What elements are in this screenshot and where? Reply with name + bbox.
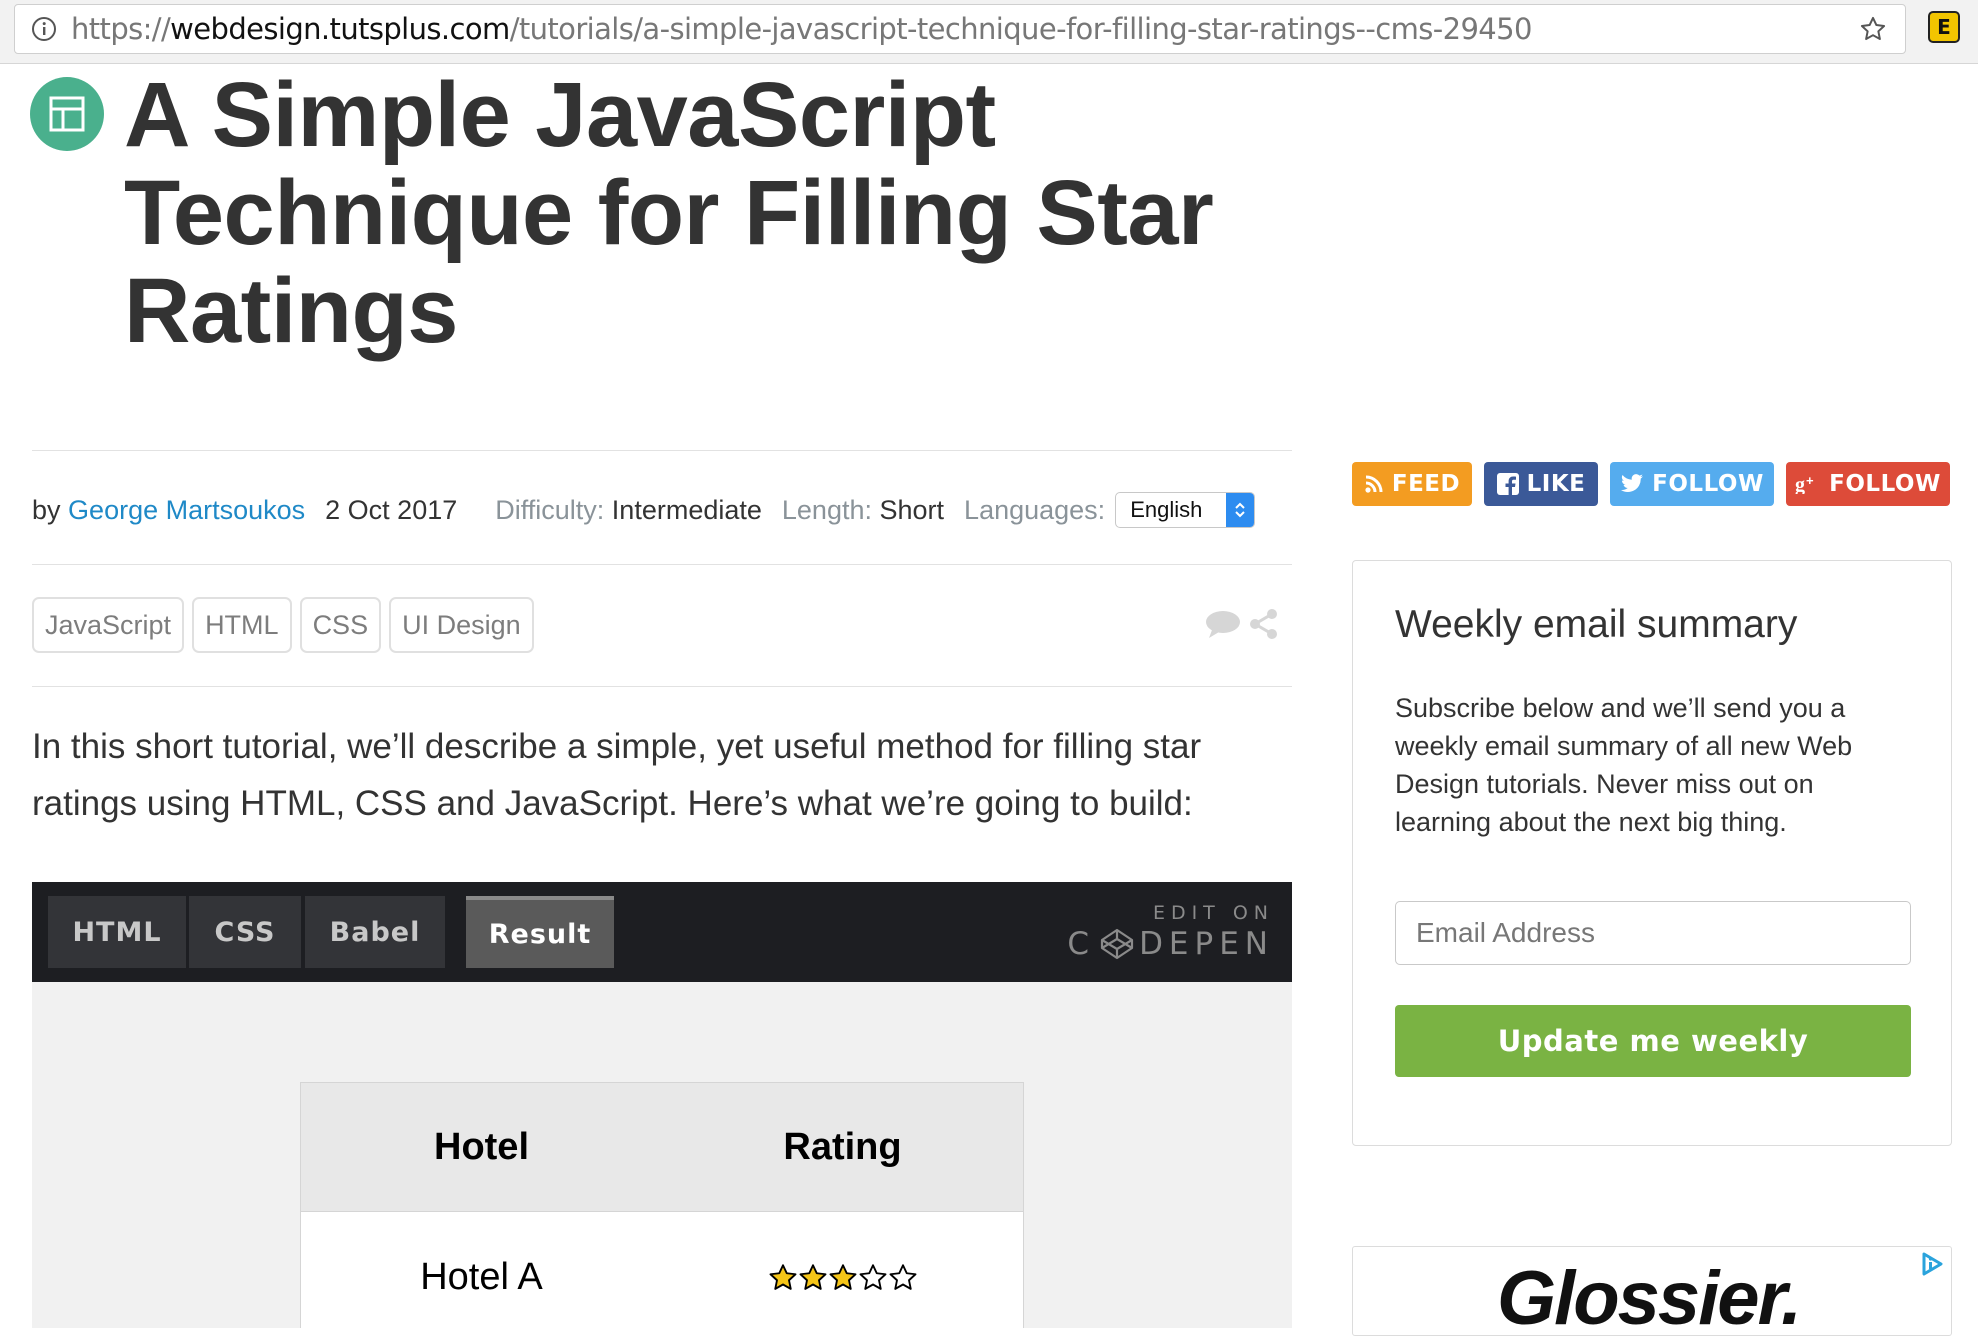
- extension-icon[interactable]: E: [1928, 11, 1960, 43]
- email-summary-widget: Weekly email summary Subscribe below and…: [1352, 560, 1952, 1146]
- difficulty-value: Intermediate: [611, 494, 762, 525]
- length-label: Length:: [781, 494, 872, 525]
- languages-label: Languages:: [964, 494, 1106, 525]
- language-value: English: [1130, 497, 1203, 522]
- filled-star-icon: [769, 1264, 796, 1291]
- language-select[interactable]: English: [1115, 492, 1256, 528]
- follow-buttons: FEED LIKE FOLLOW g + FOLLOW: [1352, 462, 1950, 506]
- twitter-icon: [1621, 474, 1644, 493]
- rss-icon: [1365, 475, 1383, 493]
- ad-logo: Glossier.: [1497, 1256, 1802, 1336]
- codepen-cube-icon: [1100, 928, 1134, 960]
- url-scheme: https://: [71, 12, 171, 46]
- facebook-like-button[interactable]: LIKE: [1484, 462, 1598, 506]
- google-plus-follow-button[interactable]: g + FOLLOW: [1786, 462, 1950, 506]
- adchoices-icon[interactable]: [1919, 1251, 1945, 1282]
- hotel-rating-table: Hotel Rating Hotel A: [300, 1082, 1024, 1328]
- url-host: webdesign.tutsplus.com: [170, 12, 510, 46]
- twitter-follow-label: FOLLOW: [1652, 471, 1764, 497]
- empty-star-icon: [859, 1264, 886, 1291]
- url-text[interactable]: https://webdesign.tutsplus.com/tutorials…: [71, 12, 1532, 46]
- codepen-brand-left: C: [1067, 926, 1096, 962]
- filled-star-icon: [799, 1264, 826, 1291]
- tag-ui-design[interactable]: UI Design: [389, 597, 534, 653]
- length-value: Short: [879, 494, 945, 525]
- header-rating: Rating: [783, 1125, 902, 1168]
- divider: [32, 564, 1292, 565]
- edit-on-codepen-link[interactable]: EDIT ON C DEPEN: [1067, 902, 1274, 962]
- empty-star-icon: [889, 1264, 916, 1291]
- by-label: by: [32, 494, 61, 525]
- tag-html[interactable]: HTML: [192, 597, 292, 653]
- twitter-follow-button[interactable]: FOLLOW: [1610, 462, 1774, 506]
- facebook-icon: [1496, 473, 1519, 495]
- comment-icon[interactable]: [1204, 608, 1242, 645]
- share-icon[interactable]: [1248, 608, 1280, 645]
- divider: [32, 686, 1292, 687]
- update-me-weekly-button[interactable]: Update me weekly: [1395, 1005, 1911, 1077]
- summary-text: Subscribe below and we’ll send you a wee…: [1395, 693, 1853, 837]
- email-field[interactable]: [1395, 901, 1911, 965]
- author-link[interactable]: George Martsoukos: [68, 495, 305, 526]
- edit-on-label: EDIT ON: [1152, 902, 1274, 924]
- tab-result[interactable]: Result: [466, 896, 614, 968]
- filled-star-icon: [829, 1264, 856, 1291]
- google-plus-icon: g +: [1795, 474, 1814, 494]
- tab-babel[interactable]: Babel: [305, 896, 445, 968]
- address-bar[interactable]: https://webdesign.tutsplus.com/tutorials…: [14, 4, 1906, 54]
- svg-text:g: g: [1795, 474, 1806, 494]
- bookmark-star-icon[interactable]: [1857, 13, 1889, 45]
- google-follow-label: FOLLOW: [1829, 471, 1941, 497]
- table-row: Hotel A: [301, 1212, 1023, 1328]
- divider: [32, 450, 1292, 451]
- article-actions: [1204, 608, 1280, 645]
- svg-text:+: +: [1806, 474, 1814, 488]
- star-rating: [768, 1263, 918, 1293]
- codepen-brand-right: DEPEN: [1139, 926, 1274, 962]
- tag-list: JavaScript HTML CSS UI Design: [32, 597, 534, 653]
- layout-icon[interactable]: [30, 77, 104, 151]
- publish-date: 2 Oct 2017: [325, 494, 458, 525]
- tab-html[interactable]: HTML: [48, 896, 186, 968]
- table-header: Hotel Rating: [301, 1083, 1023, 1212]
- difficulty-label: Difficulty:: [495, 494, 605, 525]
- tag-css[interactable]: CSS: [299, 597, 382, 653]
- header-hotel: Hotel: [434, 1125, 529, 1168]
- advertisement[interactable]: Glossier.: [1352, 1246, 1952, 1336]
- like-label: LIKE: [1526, 471, 1586, 497]
- hotel-name: Hotel A: [420, 1255, 543, 1298]
- info-icon[interactable]: [31, 16, 57, 42]
- article-intro: In this short tutorial, we’ll describe a…: [32, 727, 1202, 823]
- tag-javascript[interactable]: JavaScript: [32, 597, 185, 653]
- feed-button[interactable]: FEED: [1352, 462, 1472, 506]
- codepen-logo: C DEPEN: [1067, 926, 1274, 962]
- chevron-updown-icon: [1226, 493, 1255, 527]
- codepen-tabbar: HTML CSS Babel Result EDIT ON C DEPEN: [32, 882, 1292, 982]
- browser-toolbar: https://webdesign.tutsplus.com/tutorials…: [0, 0, 1978, 64]
- rating-cell: [662, 1256, 1023, 1299]
- url-path: /tutorials/a-simple-javascript-technique…: [509, 12, 1533, 46]
- article-title: A Simple JavaScript Technique for Fillin…: [124, 64, 1214, 362]
- tab-css[interactable]: CSS: [189, 896, 301, 968]
- summary-title: Weekly email summary: [1395, 603, 1798, 646]
- article-meta: by George Martsoukos 2 Oct 2017 Difficul…: [32, 488, 1292, 532]
- feed-label: FEED: [1391, 471, 1461, 497]
- codepen-embed: HTML CSS Babel Result EDIT ON C DEPEN Ho…: [32, 882, 1292, 1328]
